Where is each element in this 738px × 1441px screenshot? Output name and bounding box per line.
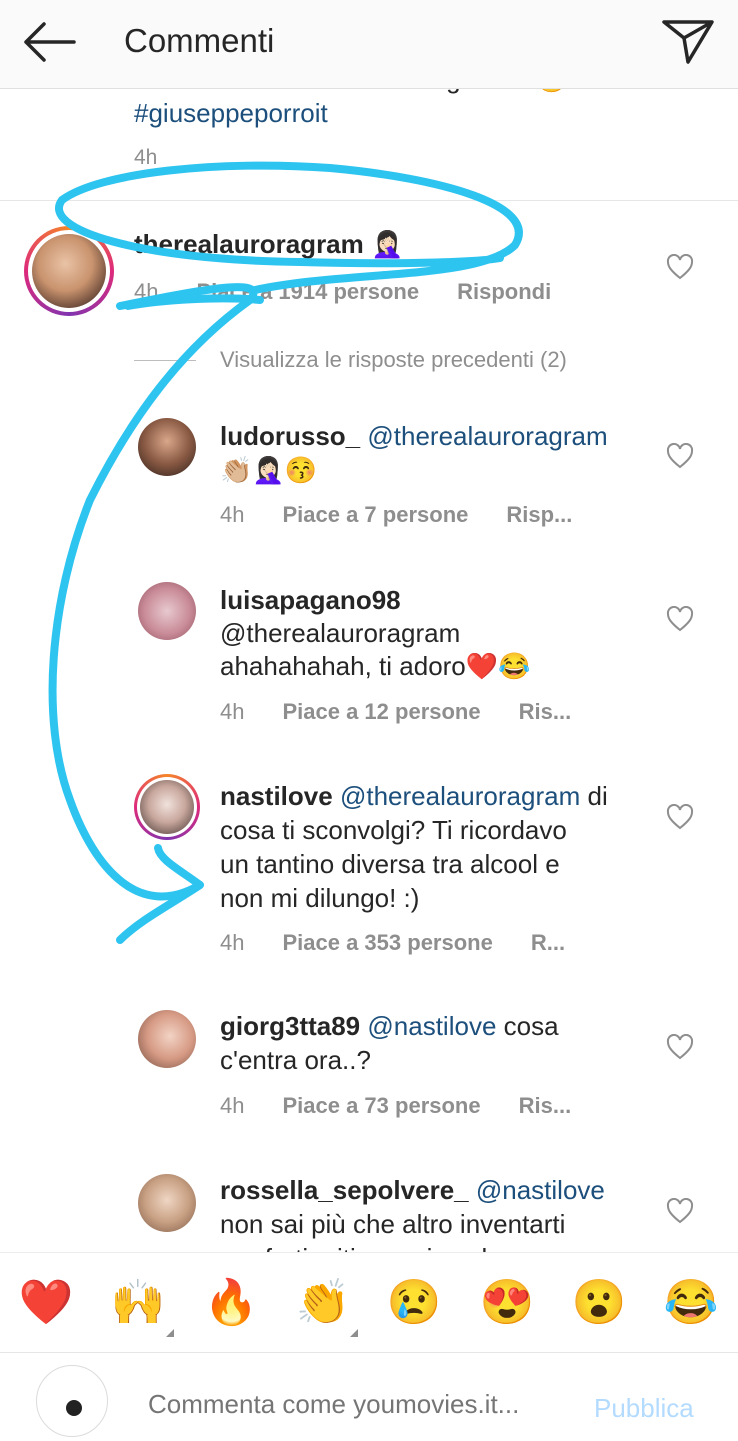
- comment-emoji: 🤦🏻‍♀️: [371, 229, 404, 259]
- my-avatar: [36, 1365, 108, 1437]
- skin-tone-indicator: [350, 1329, 358, 1337]
- avatar[interactable]: [138, 582, 196, 640]
- mention-link[interactable]: @therealauroragram: [220, 617, 460, 650]
- reply-button[interactable]: Rispondi: [457, 279, 551, 304]
- fire-emoji-button[interactable]: 🔥: [203, 1275, 259, 1331]
- mention-link[interactable]: @therealauroragram: [340, 781, 580, 811]
- like-heart-icon[interactable]: [666, 443, 694, 469]
- comment-text: 👏🏼🤦🏻‍♀️😚: [220, 455, 318, 485]
- previous-comment-text: utenti su un rotolo di carta igienica 😊: [134, 88, 568, 96]
- raising-hands-emoji-button[interactable]: 🙌: [110, 1275, 166, 1331]
- comment-text: di: [587, 781, 608, 811]
- reply-button[interactable]: Risp...: [506, 502, 572, 527]
- like-heart-icon[interactable]: [666, 1034, 694, 1060]
- avatar[interactable]: [32, 234, 106, 308]
- comment-text: non mi dilungo! :): [220, 883, 420, 913]
- comment-text: un tantino diversa tra alcool e: [220, 849, 560, 879]
- reply-button[interactable]: Ris...: [519, 1093, 572, 1118]
- previous-comment-time: 4h: [134, 146, 158, 169]
- emoji-quick-bar: ❤️ 🙌 🔥 👏 😢 😍 😮 😂: [0, 1252, 738, 1353]
- comment-time: 4h: [134, 279, 159, 304]
- youmovies-logo-icon: [38, 1367, 106, 1435]
- divider: [0, 200, 738, 201]
- comment-text: ahahahahah, ti adoro❤️😂: [220, 651, 531, 681]
- heart-eyes-emoji-button[interactable]: 😍: [479, 1275, 535, 1331]
- crying-emoji-button[interactable]: 😢: [386, 1275, 442, 1331]
- comment-input[interactable]: [148, 1389, 568, 1420]
- divider-line: [134, 360, 196, 361]
- mention-link[interactable]: @nastilove: [476, 1175, 605, 1205]
- avatar[interactable]: [140, 780, 194, 834]
- likes-count[interactable]: Piace a 1914 persone: [196, 279, 419, 304]
- likes-count[interactable]: Piace a 73 persone: [282, 1093, 480, 1118]
- likes-count[interactable]: Piace a 353 persone: [282, 930, 492, 955]
- comment-text: cosa: [503, 1011, 559, 1041]
- comment-text: per farti criticare ci vuol...: [220, 1242, 509, 1252]
- like-heart-icon[interactable]: [666, 1198, 694, 1224]
- reply-button[interactable]: R...: [531, 930, 565, 955]
- comment-text: non sai più che altro inventarti: [220, 1209, 566, 1239]
- hashtag-link[interactable]: #giuseppeporroit: [134, 98, 328, 129]
- username[interactable]: luisapagano98: [220, 585, 401, 615]
- comment-time: 4h: [220, 502, 245, 527]
- publish-button[interactable]: Pubblica: [594, 1393, 694, 1424]
- mention-link[interactable]: @nastilove: [367, 1011, 496, 1041]
- surprised-emoji-button[interactable]: 😮: [571, 1275, 627, 1331]
- paper-plane-icon[interactable]: [660, 16, 716, 66]
- reply-button[interactable]: Ris...: [519, 699, 572, 724]
- comment-time: 4h: [220, 699, 245, 724]
- like-heart-icon[interactable]: [666, 804, 694, 830]
- username[interactable]: ludorusso_: [220, 421, 360, 451]
- skin-tone-indicator: [166, 1329, 174, 1337]
- comments-list[interactable]: utenti su un rotolo di carta igienica 😊 …: [0, 88, 738, 1252]
- view-previous-replies[interactable]: Visualizza le risposte precedenti (2): [220, 347, 567, 373]
- username[interactable]: rossella_sepolvere_: [220, 1175, 469, 1205]
- avatar[interactable]: [138, 418, 196, 476]
- heart-emoji-button[interactable]: ❤️: [18, 1275, 74, 1331]
- comment-text: cosa ti sconvolgi? Ti ricordavo: [220, 815, 567, 845]
- comment-time: 4h: [220, 1093, 245, 1118]
- username[interactable]: giorg3tta89: [220, 1011, 360, 1041]
- avatar[interactable]: [138, 1174, 196, 1232]
- likes-count[interactable]: Piace a 7 persone: [282, 502, 468, 527]
- arrow-left-icon[interactable]: [22, 20, 76, 64]
- like-heart-icon[interactable]: [666, 606, 694, 632]
- likes-count[interactable]: Piace a 12 persone: [282, 699, 480, 724]
- mention-link[interactable]: @therealauroragram: [367, 421, 607, 451]
- username[interactable]: nastilove: [220, 781, 333, 811]
- clapping-emoji-button[interactable]: 👏: [295, 1275, 351, 1331]
- laughing-emoji-button[interactable]: 😂: [663, 1275, 719, 1331]
- username[interactable]: therealauroragram: [134, 229, 364, 259]
- page-title: Commenti: [124, 22, 275, 59]
- like-heart-icon[interactable]: [666, 254, 694, 280]
- comment-input-bar: Pubblica: [0, 1352, 738, 1441]
- top-bar: Commenti: [0, 0, 738, 89]
- avatar[interactable]: [138, 1010, 196, 1068]
- comment-time: 4h: [220, 930, 245, 955]
- comment-text: c'entra ora..?: [220, 1045, 371, 1075]
